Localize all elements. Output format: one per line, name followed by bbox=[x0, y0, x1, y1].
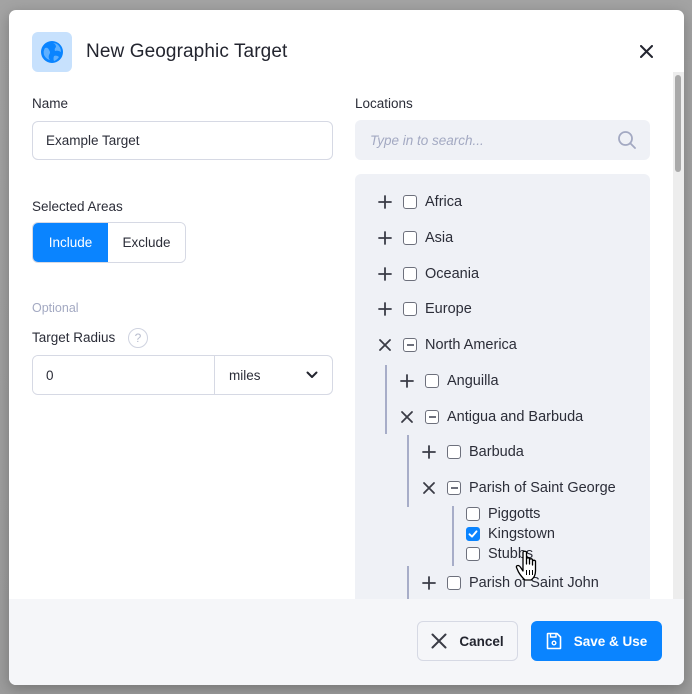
dialog-title: New Geographic Target bbox=[86, 41, 288, 62]
location-label[interactable]: Kingstown bbox=[488, 526, 555, 542]
target-radius-label: Target Radius bbox=[32, 330, 116, 345]
expand-plus-icon[interactable] bbox=[377, 266, 393, 282]
scrollbar-thumb[interactable] bbox=[675, 75, 681, 172]
location-label[interactable]: Piggotts bbox=[488, 506, 540, 522]
location-tree-item[interactable]: Africa bbox=[377, 191, 462, 213]
expand-plus-icon[interactable] bbox=[377, 194, 393, 210]
location-tree-item[interactable]: Anguilla bbox=[399, 370, 499, 392]
radius-unit-select[interactable]: miles bbox=[215, 356, 332, 394]
radius-unit-value: miles bbox=[229, 367, 261, 383]
tree-guide-line bbox=[452, 506, 454, 566]
location-label[interactable]: North America bbox=[425, 337, 517, 353]
collapse-x-icon[interactable] bbox=[399, 409, 415, 425]
location-label[interactable]: Anguilla bbox=[447, 373, 499, 389]
checkbox-checked[interactable] bbox=[466, 527, 480, 541]
location-search bbox=[355, 120, 650, 160]
collapse-x-icon[interactable] bbox=[377, 337, 393, 353]
expand-plus-icon[interactable] bbox=[399, 373, 415, 389]
checkbox[interactable] bbox=[403, 231, 417, 245]
chevron-down-icon bbox=[306, 371, 318, 378]
location-tree-item[interactable]: Parish of Saint George bbox=[421, 477, 616, 499]
location-tree-item[interactable]: Europe bbox=[377, 298, 472, 320]
location-tree-item[interactable]: Kingstown bbox=[466, 525, 555, 543]
location-search-input[interactable] bbox=[355, 120, 605, 160]
selected-areas-toggle: Include Exclude bbox=[32, 222, 186, 263]
location-tree-item[interactable]: Oceania bbox=[377, 263, 479, 285]
expand-plus-icon[interactable] bbox=[421, 444, 437, 460]
tree-guide-line bbox=[407, 435, 409, 507]
location-label[interactable]: Barbuda bbox=[469, 444, 524, 460]
cancel-label: Cancel bbox=[459, 633, 504, 649]
optional-label: Optional bbox=[32, 301, 79, 315]
location-tree-item[interactable]: Asia bbox=[377, 227, 453, 249]
close-icon bbox=[639, 44, 653, 58]
checkbox[interactable] bbox=[403, 267, 417, 281]
location-tree-item[interactable]: Barbuda bbox=[421, 441, 524, 463]
checkbox[interactable] bbox=[466, 547, 480, 561]
collapse-x-icon[interactable] bbox=[421, 480, 437, 496]
expand-plus-icon[interactable] bbox=[421, 575, 437, 591]
location-label[interactable]: Oceania bbox=[425, 266, 479, 282]
close-icon bbox=[431, 633, 447, 649]
location-label[interactable]: Europe bbox=[425, 301, 472, 317]
location-label[interactable]: Asia bbox=[425, 230, 453, 246]
checkbox[interactable] bbox=[425, 374, 439, 388]
checkbox[interactable] bbox=[403, 195, 417, 209]
location-label[interactable]: Stubbs bbox=[488, 546, 533, 562]
exclude-button[interactable]: Exclude bbox=[108, 223, 185, 262]
location-label[interactable]: Parish of Saint John bbox=[469, 575, 599, 591]
checkmark-icon bbox=[468, 530, 478, 538]
checkbox[interactable] bbox=[447, 445, 461, 459]
checkbox[interactable] bbox=[447, 576, 461, 590]
radius-input[interactable] bbox=[33, 356, 215, 394]
search-icon[interactable] bbox=[617, 130, 637, 150]
selected-areas-label: Selected Areas bbox=[32, 199, 123, 214]
floppy-disk-icon bbox=[546, 632, 562, 650]
checkbox[interactable] bbox=[466, 507, 480, 521]
location-tree-item[interactable]: Antigua and Barbuda bbox=[399, 406, 583, 428]
checkbox-partial[interactable] bbox=[447, 481, 461, 495]
save-and-use-button[interactable]: Save & Use bbox=[531, 621, 662, 661]
location-tree-item[interactable]: Stubbs bbox=[466, 545, 533, 563]
locations-label: Locations bbox=[355, 96, 413, 111]
location-label[interactable]: Parish of Saint George bbox=[469, 480, 616, 496]
checkbox[interactable] bbox=[403, 302, 417, 316]
location-tree-item[interactable]: Parish of Saint John bbox=[421, 572, 599, 594]
scrollbar[interactable] bbox=[673, 72, 684, 600]
globe-icon bbox=[32, 32, 72, 72]
dialog-footer: Cancel Save & Use bbox=[9, 599, 684, 685]
expand-plus-icon[interactable] bbox=[377, 301, 393, 317]
save-label: Save & Use bbox=[573, 633, 648, 649]
expand-plus-icon[interactable] bbox=[377, 230, 393, 246]
geographic-target-dialog: New Geographic Target Name Selected Area… bbox=[9, 10, 684, 685]
location-tree-item[interactable]: Piggotts bbox=[466, 505, 540, 523]
close-button[interactable] bbox=[636, 41, 656, 61]
help-icon[interactable]: ? bbox=[128, 328, 148, 348]
name-label: Name bbox=[32, 96, 69, 111]
target-radius-group: miles bbox=[32, 355, 333, 395]
checkbox-partial[interactable] bbox=[425, 410, 439, 424]
include-button[interactable]: Include bbox=[33, 223, 108, 262]
location-label[interactable]: Africa bbox=[425, 194, 462, 210]
tree-guide-line bbox=[385, 365, 387, 434]
location-tree: Africa Asia Oceania Europe North America Angu… bbox=[355, 174, 650, 604]
name-input[interactable] bbox=[32, 121, 333, 160]
cancel-button[interactable]: Cancel bbox=[417, 621, 518, 661]
checkbox-partial[interactable] bbox=[403, 338, 417, 352]
location-label[interactable]: Antigua and Barbuda bbox=[447, 409, 583, 425]
location-tree-item[interactable]: North America bbox=[377, 334, 517, 356]
